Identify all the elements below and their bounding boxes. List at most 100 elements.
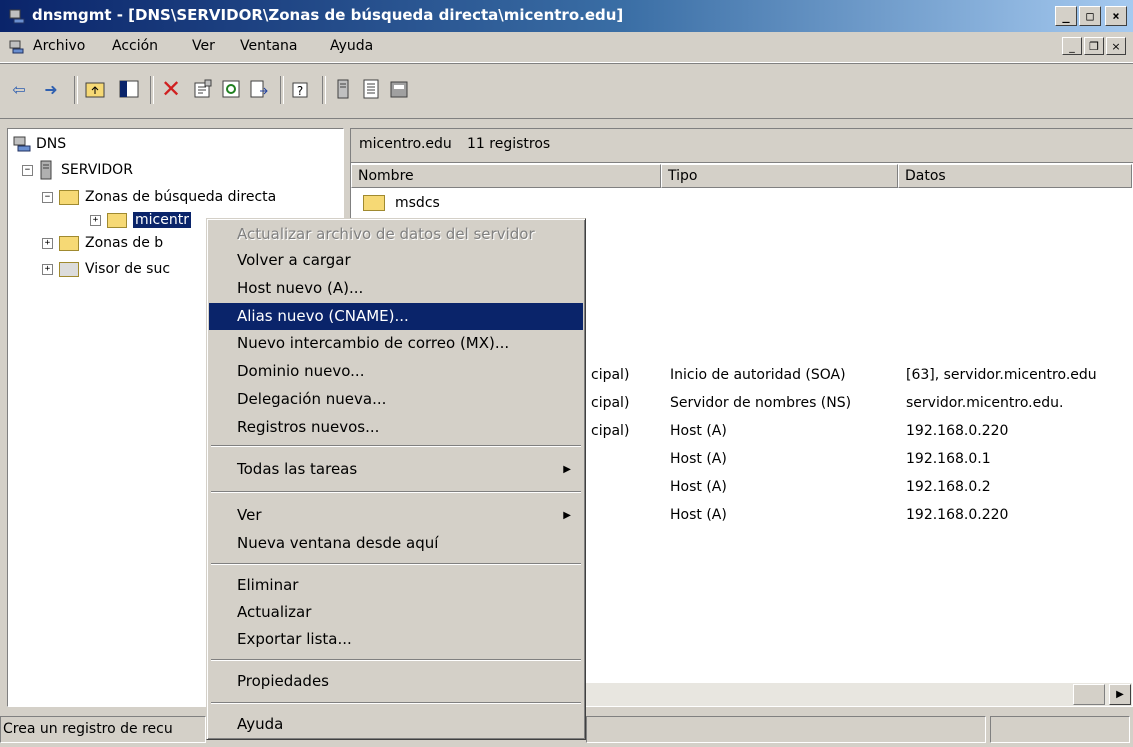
menu-bar: Archivo Acción Ver Ventana Ayuda _ ❐ × bbox=[0, 32, 1133, 63]
collapse-icon[interactable]: − bbox=[22, 164, 33, 176]
record-type: Servidor de nombres (NS) bbox=[670, 395, 852, 411]
menu-ver[interactable]: Ver bbox=[192, 38, 215, 54]
record-type: Host (A) bbox=[670, 479, 727, 495]
toolbar-separator bbox=[150, 76, 154, 104]
record-type: Inicio de autoridad (SOA) bbox=[670, 367, 846, 383]
record-name: cipal) bbox=[591, 423, 630, 439]
mmc-doc-icon bbox=[9, 40, 24, 54]
toolbar-separator bbox=[74, 76, 78, 104]
menu-ayuda[interactable]: Ayuda bbox=[330, 38, 373, 54]
results-header: micentro.edu 11 registros bbox=[351, 129, 1133, 163]
list-item[interactable]: msdcs bbox=[363, 195, 440, 211]
tree-label: Zonas de búsqueda directa bbox=[85, 189, 277, 205]
record-data: 192.168.0.1 bbox=[906, 451, 991, 467]
tree-label: Visor de suc bbox=[85, 261, 171, 277]
window-title: dnsmgmt - [DNS\SERVIDOR\Zonas de búsqued… bbox=[32, 6, 624, 24]
record-name: msdcs bbox=[395, 195, 440, 211]
record-count-label: 11 registros bbox=[467, 136, 551, 152]
tree-node-forward-zones[interactable]: − Zonas de búsqueda directa bbox=[42, 186, 276, 208]
dns-app-icon bbox=[9, 9, 25, 24]
menu-item-new-window[interactable]: Nueva ventana desde aquí bbox=[209, 530, 583, 557]
menu-ventana[interactable]: Ventana bbox=[240, 38, 298, 54]
tree-node-reverse-zones[interactable]: + Zonas de b bbox=[42, 232, 163, 254]
up-folder-icon[interactable] bbox=[84, 77, 106, 101]
menu-item-delete[interactable]: Eliminar bbox=[209, 572, 583, 599]
column-header-tipo[interactable]: Tipo bbox=[661, 164, 898, 188]
submenu-arrow-icon: ▶ bbox=[563, 464, 571, 475]
maximize-button[interactable]: □ bbox=[1079, 6, 1101, 26]
event-viewer-icon bbox=[59, 261, 79, 277]
menu-item-properties[interactable]: Propiedades bbox=[209, 668, 583, 695]
menu-item-reload[interactable]: Volver a cargar bbox=[209, 247, 583, 274]
export-list-icon[interactable] bbox=[248, 77, 270, 101]
status-panel bbox=[586, 716, 986, 743]
help-icon[interactable]: ? bbox=[290, 77, 312, 101]
menu-archivo[interactable]: Archivo bbox=[33, 38, 85, 54]
record-type: Host (A) bbox=[670, 423, 727, 439]
status-panel bbox=[990, 716, 1130, 743]
records-icon[interactable] bbox=[388, 77, 410, 101]
toolbar-separator bbox=[280, 76, 284, 104]
tree-label: SERVIDOR bbox=[61, 162, 133, 178]
expand-icon[interactable]: + bbox=[42, 263, 53, 275]
forward-arrow-icon[interactable]: ➜ bbox=[40, 77, 62, 101]
properties-icon[interactable] bbox=[192, 77, 214, 101]
menu-item-refresh[interactable]: Actualizar bbox=[209, 599, 583, 626]
menu-separator bbox=[211, 563, 581, 565]
toolbar-separator bbox=[322, 76, 326, 104]
record-type: Host (A) bbox=[670, 507, 727, 523]
mdi-restore-button[interactable]: ❐ bbox=[1084, 37, 1104, 55]
record-data: 192.168.0.220 bbox=[906, 507, 1009, 523]
menu-item-new-mx[interactable]: Nuevo intercambio de correo (MX)... bbox=[209, 330, 583, 357]
tree-node-dns[interactable]: DNS bbox=[12, 133, 66, 155]
show-tree-icon[interactable] bbox=[118, 77, 140, 101]
column-header-nombre[interactable]: Nombre bbox=[351, 164, 661, 188]
close-button[interactable]: × bbox=[1105, 6, 1127, 26]
menu-separator bbox=[211, 491, 581, 493]
menu-item-new-domain[interactable]: Dominio nuevo... bbox=[209, 358, 583, 385]
menu-separator bbox=[211, 659, 581, 661]
collapse-icon[interactable]: − bbox=[42, 191, 53, 203]
menu-item-label: Ver bbox=[237, 506, 262, 524]
scroll-right-icon[interactable]: ▶ bbox=[1109, 684, 1131, 705]
menu-separator bbox=[211, 702, 581, 704]
menu-item-new-delegation[interactable]: Delegación nueva... bbox=[209, 386, 583, 413]
tree-node-event-viewer[interactable]: + Visor de suc bbox=[42, 258, 170, 280]
zone-name-label: micentro.edu bbox=[359, 136, 452, 152]
toolbar: ⇦ ➜ ✕ ? bbox=[0, 63, 1133, 119]
title-bar[interactable]: dnsmgmt - [DNS\SERVIDOR\Zonas de búsqued… bbox=[0, 0, 1133, 32]
tree-node-zone[interactable]: + micentr bbox=[90, 209, 191, 231]
menu-separator bbox=[211, 445, 581, 447]
menu-item-view[interactable]: Ver ▶ bbox=[209, 502, 583, 529]
scrollbar-thumb[interactable] bbox=[1073, 684, 1105, 705]
menu-item-label: Todas las tareas bbox=[237, 460, 358, 478]
zone-icon bbox=[107, 212, 127, 228]
record-data: 192.168.0.2 bbox=[906, 479, 991, 495]
tree-label: DNS bbox=[36, 136, 67, 152]
expand-icon[interactable]: + bbox=[90, 214, 101, 226]
minimize-button[interactable]: _ bbox=[1055, 6, 1077, 26]
menu-item-export-list[interactable]: Exportar lista... bbox=[209, 626, 583, 653]
svg-text:?: ? bbox=[297, 84, 303, 98]
server-icon[interactable] bbox=[332, 77, 354, 101]
record-data: servidor.micentro.edu. bbox=[906, 395, 1064, 411]
column-header-datos[interactable]: Datos bbox=[898, 164, 1132, 188]
mdi-close-button[interactable]: × bbox=[1106, 37, 1126, 55]
menu-item-new-records[interactable]: Registros nuevos... bbox=[209, 414, 583, 441]
menu-item-new-host[interactable]: Host nuevo (A)... bbox=[209, 275, 583, 302]
record-name: cipal) bbox=[591, 395, 630, 411]
menu-item-new-alias[interactable]: Alias nuevo (CNAME)... bbox=[209, 303, 583, 330]
menu-item-all-tasks[interactable]: Todas las tareas ▶ bbox=[209, 456, 583, 483]
menu-item-update-server-data-file[interactable]: Actualizar archivo de datos del servidor bbox=[209, 221, 583, 248]
submenu-arrow-icon: ▶ bbox=[563, 510, 571, 521]
tree-node-servidor[interactable]: − SERVIDOR bbox=[22, 159, 133, 181]
refresh-icon[interactable] bbox=[220, 77, 242, 101]
document-icon[interactable] bbox=[360, 77, 382, 101]
delete-icon[interactable]: ✕ bbox=[160, 75, 182, 103]
record-data: [63], servidor.micentro.edu bbox=[906, 367, 1097, 383]
mdi-minimize-button[interactable]: _ bbox=[1062, 37, 1082, 55]
dns-icon bbox=[13, 136, 31, 152]
menu-accion[interactable]: Acción bbox=[112, 38, 158, 54]
expand-icon[interactable]: + bbox=[42, 237, 53, 249]
back-arrow-icon[interactable]: ⇦ bbox=[8, 77, 30, 101]
